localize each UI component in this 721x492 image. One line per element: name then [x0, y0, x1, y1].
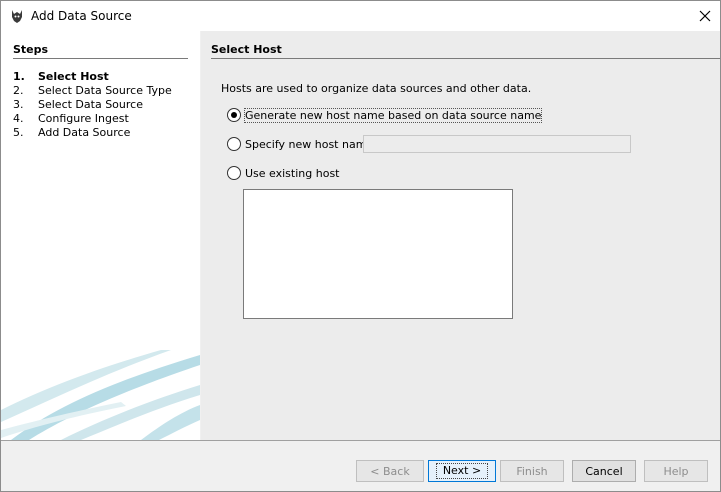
title-divider	[211, 58, 720, 59]
finish-button[interactable]: Finish	[500, 460, 564, 482]
step-label: Select Data Source	[38, 98, 143, 111]
generate-host-label: Generate new host name based on data sou…	[243, 107, 543, 123]
specify-host-option[interactable]: Specify new host name	[227, 135, 373, 153]
existing-host-option[interactable]: Use existing host	[227, 164, 339, 182]
decorative-swoosh	[1, 350, 200, 440]
specify-host-label: Specify new host name	[245, 137, 374, 151]
step-number: 3.	[13, 98, 24, 111]
next-button-label: Next >	[435, 463, 489, 479]
step-number: 1.	[13, 70, 25, 83]
step-label: Select Host	[38, 70, 109, 83]
back-button[interactable]: < Back	[356, 460, 424, 482]
host-name-input[interactable]	[363, 135, 631, 153]
window-title: Add Data Source	[31, 9, 132, 23]
close-icon	[699, 10, 711, 22]
generate-host-option[interactable]: Generate new host name based on data sou…	[227, 106, 543, 124]
existing-host-label: Use existing host	[245, 166, 340, 180]
step-label: Add Data Source	[38, 126, 131, 139]
existing-host-radio[interactable]	[227, 166, 241, 180]
title-bar: Add Data Source	[1, 1, 720, 31]
steps-divider	[13, 58, 188, 59]
add-data-source-dialog: Add Data Source Steps 1. Select Host 2. Se…	[0, 0, 721, 492]
page-title: Select Host	[211, 43, 282, 56]
step-number: 2.	[13, 84, 24, 97]
button-bar: < Back Next > Finish Cancel Help	[1, 440, 720, 491]
step-item-configure-ingest: 4. Configure Ingest	[13, 112, 172, 126]
cancel-button[interactable]: Cancel	[572, 460, 636, 482]
steps-panel: Steps 1. Select Host 2. Select Data Source…	[1, 31, 200, 440]
help-button[interactable]: Help	[644, 460, 708, 482]
description-text: Hosts are used to organize data sources …	[221, 82, 532, 95]
select-host-panel: Select Host Hosts are used to organize d…	[201, 31, 720, 440]
existing-host-list[interactable]	[243, 189, 513, 319]
step-number: 4.	[13, 112, 24, 125]
close-button[interactable]	[690, 1, 720, 31]
step-label: Select Data Source Type	[38, 84, 172, 97]
step-item-select-data-source-type: 2. Select Data Source Type	[13, 84, 172, 98]
step-label: Configure Ingest	[38, 112, 129, 125]
step-list: 1. Select Host 2. Select Data Source Type …	[13, 70, 172, 140]
step-item-select-data-source: 3. Select Data Source	[13, 98, 172, 112]
steps-heading: Steps	[13, 43, 49, 56]
step-item-add-data-source: 5. Add Data Source	[13, 126, 172, 140]
app-icon	[12, 10, 22, 23]
step-item-select-host: 1. Select Host	[13, 70, 172, 84]
specify-host-radio[interactable]	[227, 137, 241, 151]
step-number: 5.	[13, 126, 24, 139]
next-button[interactable]: Next >	[428, 460, 496, 482]
generate-host-radio[interactable]	[227, 108, 241, 122]
